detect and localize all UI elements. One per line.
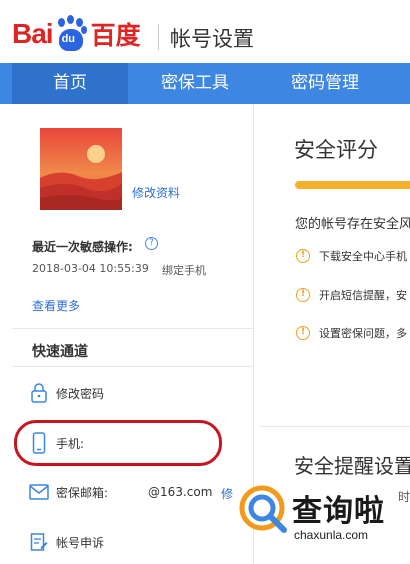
quick-access-title: 快速通道: [32, 344, 88, 360]
magnifier-icon: [239, 485, 287, 533]
header-divider: [158, 24, 159, 50]
left-panel: 修改资料 最近一次敏感操作: ? 2018-03-04 10:55:39 绑定手…: [12, 104, 254, 564]
page-title: 帐号设置: [170, 27, 254, 51]
warning-icon: !: [296, 326, 310, 340]
tab-security-tools[interactable]: 密保工具: [132, 63, 258, 104]
divider: [12, 366, 254, 367]
watermark-text: 查询啦: [292, 494, 385, 529]
avatar[interactable]: [40, 128, 122, 210]
security-tip[interactable]: ! 开启短信提醒，安: [296, 286, 407, 304]
quick-item-label: 密保邮箱:: [56, 485, 109, 500]
quick-item-appeal[interactable]: 帐号申诉: [28, 530, 104, 554]
paw-icon: du: [54, 15, 88, 53]
mail-icon: [28, 481, 50, 503]
warning-icon: !: [296, 288, 310, 302]
email-value: @163.com: [148, 485, 213, 499]
recent-operation-label: 最近一次敏感操作:: [32, 240, 133, 254]
baidu-logo[interactable]: Bai du 百度: [12, 14, 141, 54]
security-desc: 您的帐号存在安全风: [295, 217, 410, 232]
recent-operation-time: 2018-03-04 10:55:39: [32, 262, 149, 275]
recent-operation-type: 绑定手机: [162, 264, 206, 277]
quick-item-email[interactable]: 密保邮箱: @163.com: [28, 480, 212, 504]
edit-profile-link[interactable]: 修改资料: [132, 184, 180, 201]
main-nav: 首页 密保工具 密码管理: [0, 63, 410, 104]
tab-home[interactable]: 首页: [12, 63, 128, 104]
logo-latin: Bai: [12, 18, 54, 49]
tab-password-management[interactable]: 密码管理: [262, 63, 388, 104]
help-icon[interactable]: ?: [145, 237, 158, 250]
warning-icon: !: [296, 249, 310, 263]
divider: [12, 328, 254, 329]
page-header: Bai du 百度 帐号设置: [0, 0, 410, 63]
security-reminder-title: 安全提醒设置: [294, 454, 410, 478]
security-tip[interactable]: ! 下载安全中心手机: [296, 247, 407, 265]
security-score-bar: [295, 181, 410, 189]
watermark: 查询啦 chaxunla.com: [232, 480, 410, 564]
watermark-url: chaxunla.com: [294, 528, 369, 542]
logo-paw-text: du: [61, 33, 76, 45]
highlight-annotation: [14, 420, 222, 466]
quick-item-label: 帐号申诉: [56, 535, 105, 550]
quick-item-label: 修改密码: [56, 386, 105, 401]
security-tip[interactable]: ! 设置密保问题，多: [296, 324, 407, 342]
appeal-icon: [28, 531, 50, 553]
lock-icon: [28, 382, 50, 404]
quick-item-change-password[interactable]: 修改密码: [28, 381, 104, 405]
logo-cn: 百度: [90, 21, 141, 50]
security-score-title: 安全评分: [294, 138, 378, 162]
divider: [260, 426, 410, 427]
view-more-link[interactable]: 查看更多: [32, 297, 80, 314]
